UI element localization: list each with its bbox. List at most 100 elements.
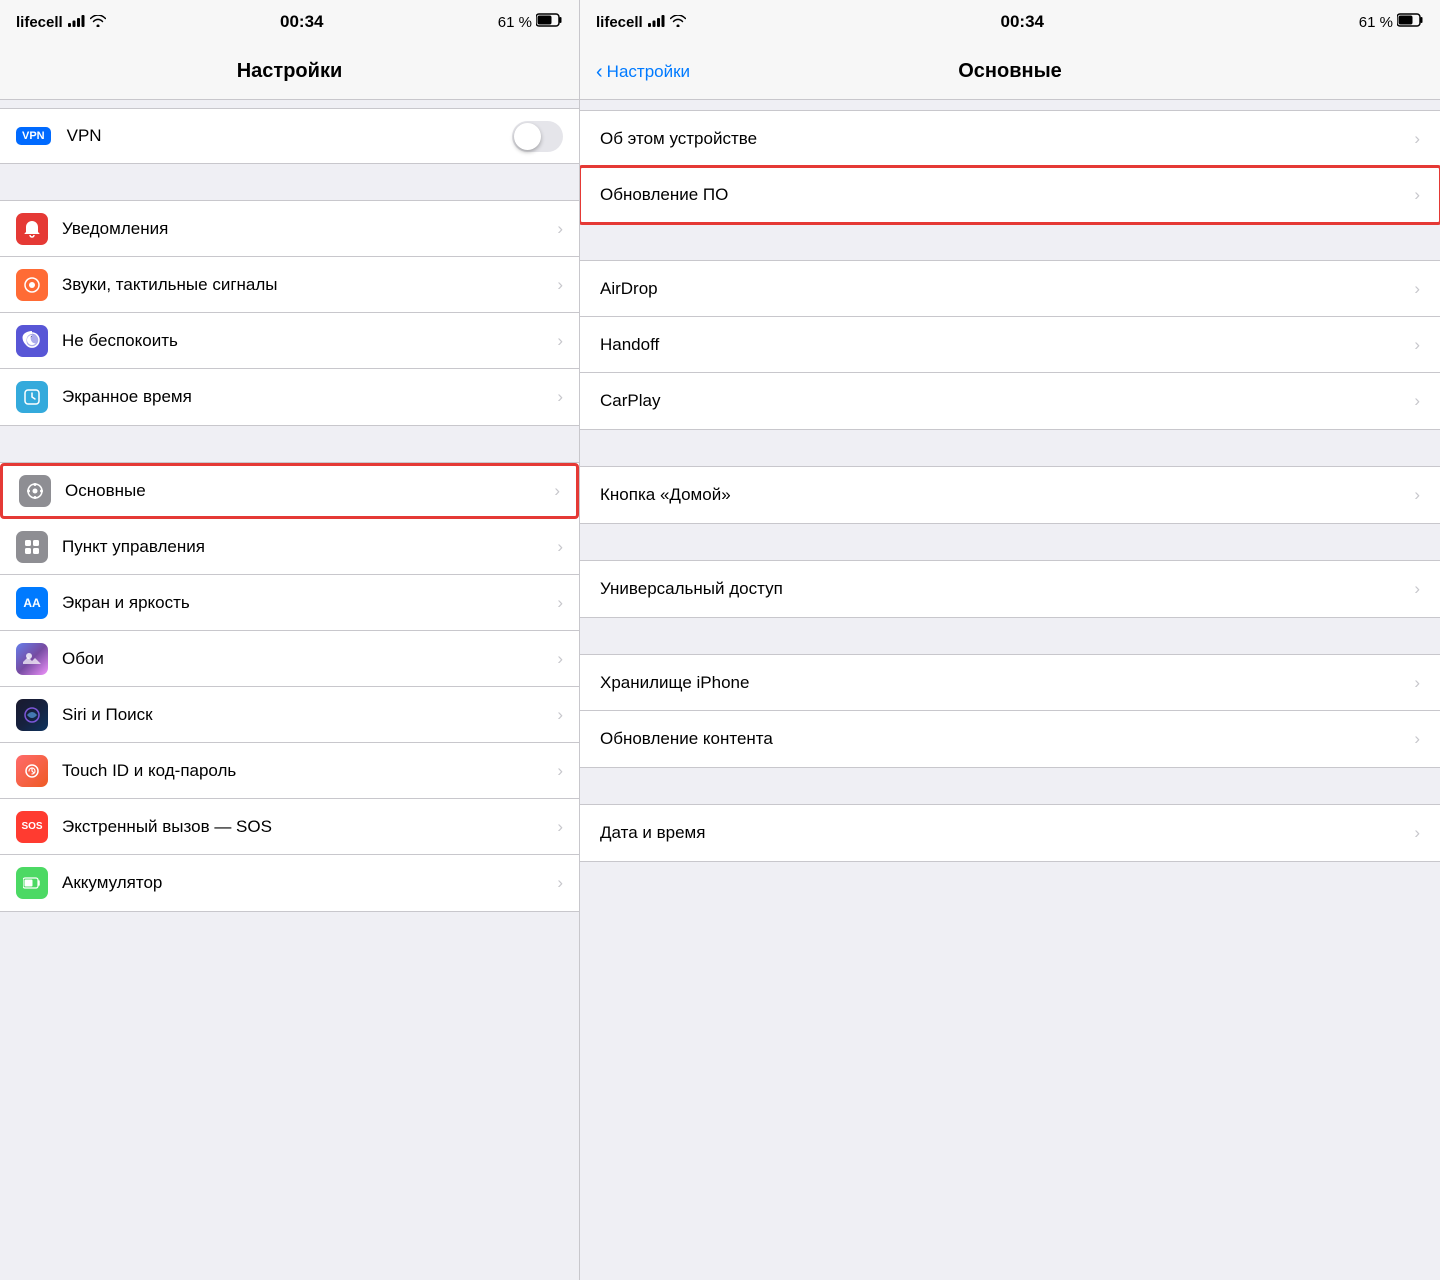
left-time: 00:34 [280, 12, 323, 32]
left-battery-percent: 61 % [498, 14, 532, 31]
right-carrier-group: lifecell [596, 14, 686, 31]
dnd-icon [16, 325, 48, 357]
right-row-content[interactable]: Обновление контента › [580, 711, 1440, 767]
status-bars: lifecell 00:34 61 % lifecell 00:34 [0, 0, 1440, 44]
section-gap-2 [0, 426, 579, 462]
left-wifi [90, 14, 106, 31]
datetime-chevron: › [1414, 823, 1420, 843]
right-group-1: Об этом устройстве › Обновление ПО › [580, 110, 1440, 224]
vpn-row[interactable]: VPN VPN [0, 108, 579, 164]
settings-row-sounds[interactable]: Звуки, тактильные сигналы › [0, 257, 579, 313]
settings-row-screentime[interactable]: Экранное время › [0, 369, 579, 425]
right-group-2: AirDrop › Handoff › CarPlay › [580, 260, 1440, 430]
notifications-icon [16, 213, 48, 245]
wallpaper-icon [16, 643, 48, 675]
right-gap-4 [580, 618, 1440, 654]
right-group-5: Хранилище iPhone › Обновление контента › [580, 654, 1440, 768]
dnd-label: Не беспокоить [62, 331, 553, 351]
right-group-4: Универсальный доступ › [580, 560, 1440, 618]
settings-row-notifications[interactable]: Уведомления › [0, 201, 579, 257]
right-gap-3 [580, 524, 1440, 560]
left-panel-title: Настройки [237, 60, 343, 83]
airdrop-chevron: › [1414, 279, 1420, 299]
touchid-icon [16, 755, 48, 787]
battery-label: Аккумулятор [62, 873, 553, 893]
right-group-6: Дата и время › [580, 804, 1440, 862]
right-row-handoff[interactable]: Handoff › [580, 317, 1440, 373]
left-carrier: lifecell [16, 14, 63, 31]
dnd-chevron: › [557, 331, 563, 351]
settings-row-dnd[interactable]: Не беспокоить › [0, 313, 579, 369]
settings-row-sos[interactable]: SOS Экстренный вызов — SOS › [0, 799, 579, 855]
section-gap-3 [0, 912, 579, 948]
right-gap-top [580, 100, 1440, 110]
sos-chevron: › [557, 817, 563, 837]
settings-row-control[interactable]: Пункт управления › [0, 519, 579, 575]
battery-chevron: › [557, 873, 563, 893]
vpn-toggle[interactable] [512, 121, 563, 152]
control-chevron: › [557, 537, 563, 557]
left-panel: Настройки VPN VPN У [0, 44, 580, 1280]
right-group-3: Кнопка «Домой» › [580, 466, 1440, 524]
right-row-airdrop[interactable]: AirDrop › [580, 261, 1440, 317]
battery-icon [16, 867, 48, 899]
back-button[interactable]: ‹ Настройки [596, 62, 690, 82]
left-status-bar: lifecell 00:34 61 % [0, 0, 580, 44]
right-gap-5 [580, 768, 1440, 804]
back-chevron-icon: ‹ [596, 62, 603, 82]
left-settings-list: VPN VPN Уведомления › [0, 100, 579, 1280]
settings-row-battery[interactable]: Аккумулятор › [0, 855, 579, 911]
vpn-toggle-knob [514, 123, 541, 150]
right-row-storage[interactable]: Хранилище iPhone › [580, 655, 1440, 711]
touchid-chevron: › [557, 761, 563, 781]
storage-label: Хранилище iPhone [600, 673, 1414, 693]
settings-row-wallpaper[interactable]: Обои › [0, 631, 579, 687]
wallpaper-chevron: › [557, 649, 563, 669]
left-carrier-group: lifecell [16, 14, 106, 31]
general-label: Основные [65, 481, 550, 501]
siri-chevron: › [557, 705, 563, 725]
accessibility-label: Универсальный доступ [600, 579, 1414, 599]
section-gap-1 [0, 164, 579, 200]
touchid-label: Touch ID и код-пароль [62, 761, 553, 781]
right-time: 00:34 [1001, 12, 1044, 32]
carplay-chevron: › [1414, 391, 1420, 411]
datetime-label: Дата и время [600, 823, 1414, 843]
left-panel-header: Настройки [0, 44, 579, 100]
right-panel-header: ‹ Настройки Основные [580, 44, 1440, 100]
right-status-bar: lifecell 00:34 61 % [580, 0, 1440, 44]
settings-row-touchid[interactable]: Touch ID и код-пароль › [0, 743, 579, 799]
right-battery-group: 61 % [1359, 13, 1424, 31]
screentime-chevron: › [557, 387, 563, 407]
sos-icon: SOS [16, 811, 48, 843]
handoff-chevron: › [1414, 335, 1420, 355]
display-label: Экран и яркость [62, 593, 553, 613]
update-label: Обновление ПО [600, 185, 1414, 205]
sounds-label: Звуки, тактильные сигналы [62, 275, 553, 295]
left-battery-icon [536, 13, 563, 31]
right-gap-6 [580, 862, 1440, 898]
settings-row-general[interactable]: Основные › [0, 463, 579, 519]
home-chevron: › [1414, 485, 1420, 505]
siri-icon [16, 699, 48, 731]
control-label: Пункт управления [62, 537, 553, 557]
content-label: Обновление контента [600, 729, 1414, 749]
right-row-about[interactable]: Об этом устройстве › [580, 111, 1440, 167]
right-wifi [670, 14, 686, 31]
right-row-datetime[interactable]: Дата и время › [580, 805, 1440, 861]
handoff-label: Handoff [600, 335, 1414, 355]
right-row-accessibility[interactable]: Универсальный доступ › [580, 561, 1440, 617]
settings-row-siri[interactable]: Siri и Поиск › [0, 687, 579, 743]
right-battery-icon [1397, 13, 1424, 31]
right-row-carplay[interactable]: CarPlay › [580, 373, 1440, 429]
notifications-chevron: › [557, 219, 563, 239]
general-icon [19, 475, 51, 507]
about-chevron: › [1414, 129, 1420, 149]
right-gap-2 [580, 430, 1440, 466]
sounds-icon [16, 269, 48, 301]
back-label: Настройки [607, 62, 690, 82]
content-chevron: › [1414, 729, 1420, 749]
settings-row-display[interactable]: AA Экран и яркость › [0, 575, 579, 631]
right-row-home[interactable]: Кнопка «Домой» › [580, 467, 1440, 523]
right-row-update[interactable]: Обновление ПО › [580, 167, 1440, 223]
